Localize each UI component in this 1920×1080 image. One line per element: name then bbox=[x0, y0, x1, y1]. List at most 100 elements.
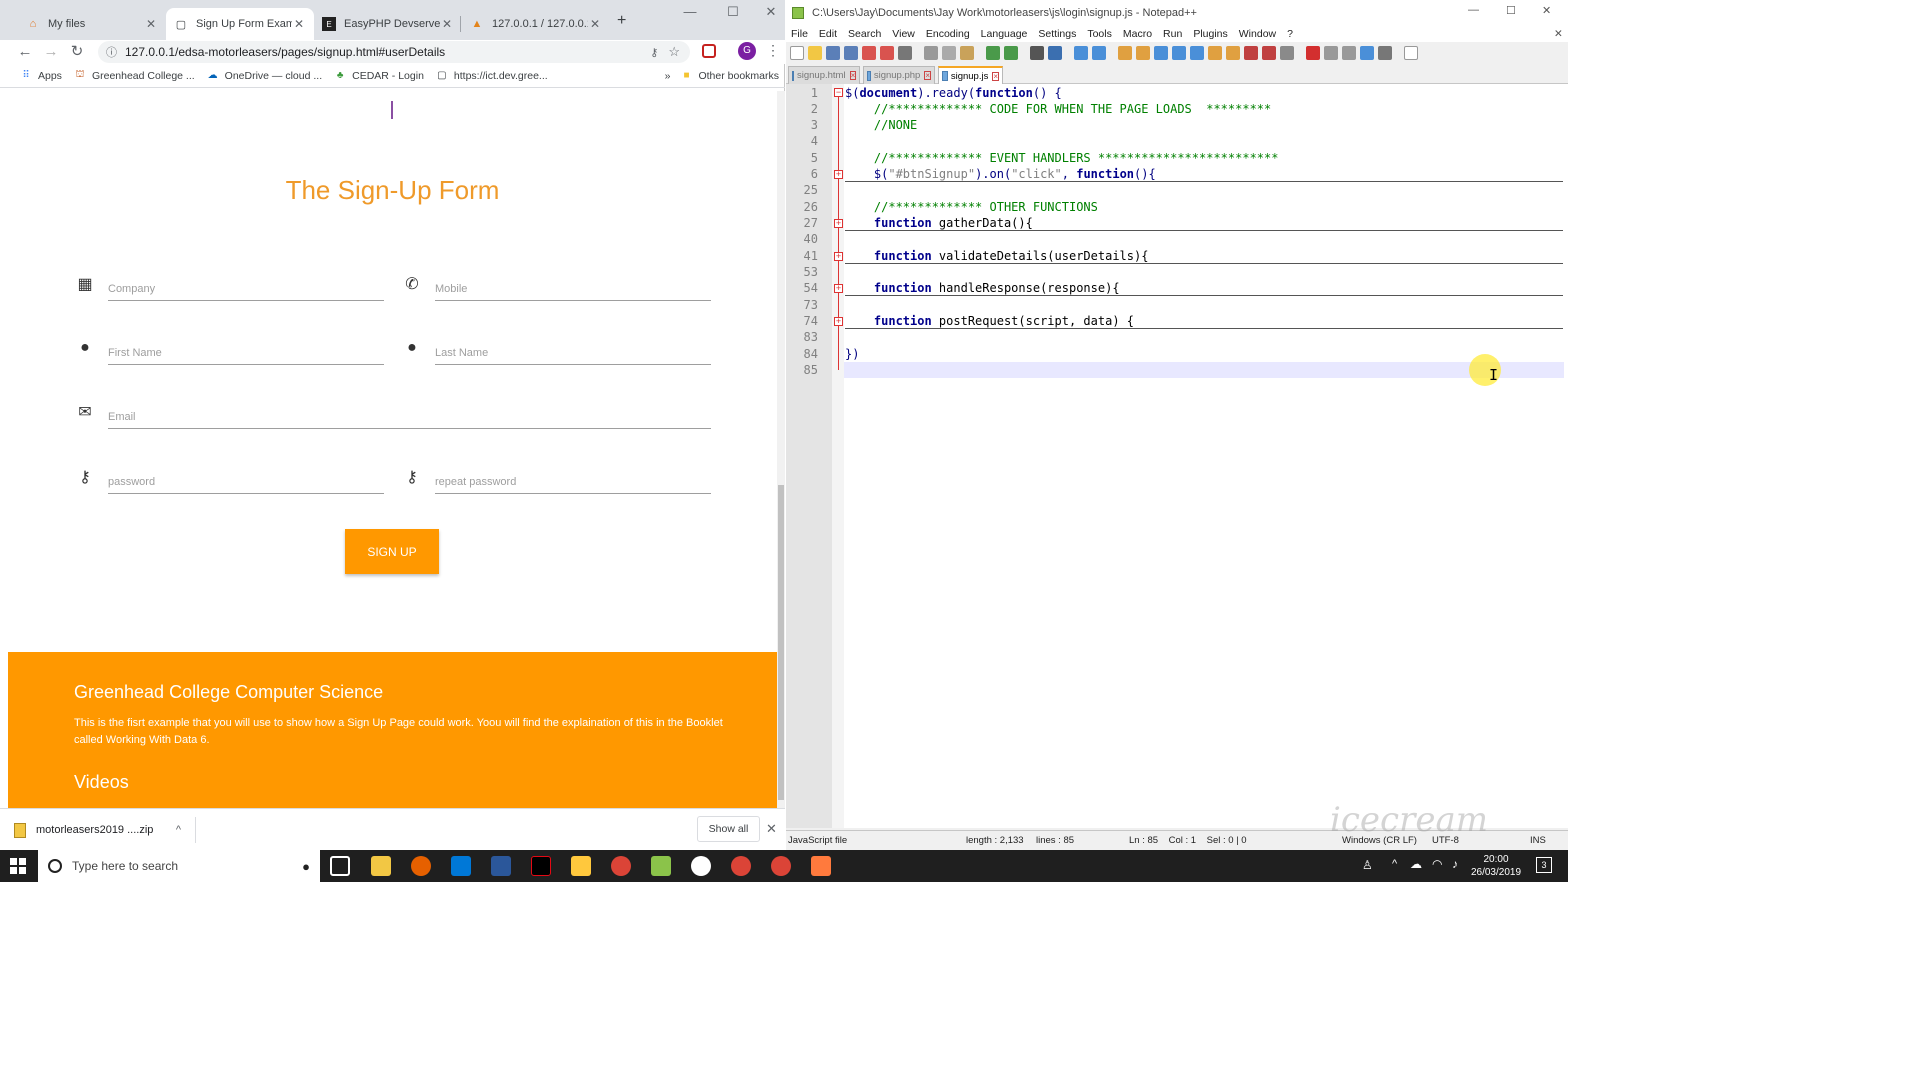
repeat-password-input[interactable]: repeat password bbox=[435, 472, 711, 494]
maximize-icon[interactable]: ☐ bbox=[1506, 4, 1516, 17]
tab-my-files[interactable]: ⌂ My files ✕ bbox=[18, 8, 166, 40]
replace-icon[interactable] bbox=[1048, 46, 1062, 60]
chrome-icon[interactable] bbox=[611, 856, 631, 876]
sticky-notes-icon[interactable] bbox=[571, 856, 591, 876]
minimize-icon[interactable]: — bbox=[1468, 4, 1479, 16]
spellcheck-icon[interactable] bbox=[1404, 46, 1418, 60]
file-explorer-icon[interactable] bbox=[371, 856, 391, 876]
volume-icon[interactable]: ♪ bbox=[1452, 857, 1458, 871]
play-macro-icon[interactable] bbox=[1342, 46, 1356, 60]
firefox-icon[interactable] bbox=[411, 856, 431, 876]
menu-language[interactable]: Language bbox=[981, 28, 1028, 40]
cut-icon[interactable] bbox=[924, 46, 938, 60]
chevron-up-icon[interactable]: ^ bbox=[1392, 858, 1397, 870]
bookmark-onedrive[interactable]: ☁ OneDrive — cloud ... bbox=[207, 70, 322, 82]
npp-tab-signup-html[interactable]: signup.html × bbox=[788, 66, 860, 84]
task-view-icon[interactable] bbox=[330, 856, 350, 876]
maximize-icon[interactable]: ☐ bbox=[718, 4, 748, 20]
back-icon[interactable]: ← bbox=[14, 40, 36, 64]
fold-plus-icon[interactable]: + bbox=[834, 317, 843, 326]
save-icon[interactable] bbox=[826, 46, 840, 60]
open-file-icon[interactable] bbox=[808, 46, 822, 60]
menu-edit[interactable]: Edit bbox=[819, 28, 837, 40]
zoom-in-icon[interactable] bbox=[1074, 46, 1088, 60]
menu-macro[interactable]: Macro bbox=[1123, 28, 1152, 40]
notepadpp-icon[interactable] bbox=[651, 856, 671, 876]
code-editor[interactable]: 1 2 3 4 5 6 25 26 27 40 41 53 54 73 74 8… bbox=[786, 84, 1568, 828]
menu-settings[interactable]: Settings bbox=[1038, 28, 1076, 40]
forward-icon[interactable]: → bbox=[40, 40, 62, 64]
record-macro-icon[interactable] bbox=[1306, 46, 1320, 60]
new-tab-button[interactable]: + bbox=[617, 12, 626, 30]
bookmark-greenhead[interactable]: ⛫ Greenhead College ... bbox=[74, 69, 194, 82]
paste-icon[interactable] bbox=[960, 46, 974, 60]
wifi-icon[interactable]: ◠ bbox=[1432, 857, 1442, 871]
menu-plugins[interactable]: Plugins bbox=[1193, 28, 1227, 40]
folder-workspace-icon[interactable] bbox=[1262, 46, 1276, 60]
close-icon[interactable]: ✕ bbox=[292, 17, 306, 31]
print-icon[interactable] bbox=[898, 46, 912, 60]
close-all-icon[interactable] bbox=[880, 46, 894, 60]
last-name-input[interactable]: Last Name bbox=[435, 343, 711, 365]
sync-horizontal-icon[interactable] bbox=[1136, 46, 1150, 60]
save-macro-icon[interactable] bbox=[1378, 46, 1392, 60]
close-icon[interactable]: × bbox=[992, 71, 999, 81]
menu-search[interactable]: Search bbox=[848, 28, 881, 40]
password-input[interactable]: password bbox=[108, 472, 384, 494]
menu-file[interactable]: File bbox=[791, 28, 808, 40]
wrap-icon[interactable] bbox=[1154, 46, 1168, 60]
undo-icon[interactable] bbox=[986, 46, 1000, 60]
menu-tools[interactable]: Tools bbox=[1087, 28, 1112, 40]
npp-tab-signup-php[interactable]: signup.php × bbox=[863, 66, 935, 84]
bookmark-ict[interactable]: ▢ https://ict.dev.gree... bbox=[436, 70, 548, 82]
tab-phpmyadmin[interactable]: ▲ 127.0.0.1 / 127.0.0.1 / ✕ bbox=[462, 8, 610, 40]
avatar[interactable]: G bbox=[738, 42, 756, 60]
extension-icon[interactable] bbox=[702, 44, 716, 58]
udl-icon[interactable] bbox=[1208, 46, 1222, 60]
recorder-icon[interactable] bbox=[811, 856, 831, 876]
fold-minus-icon[interactable]: − bbox=[834, 88, 843, 97]
notification-icon[interactable]: 3 bbox=[1536, 857, 1552, 873]
taskbar-clock[interactable]: 20:00 26/03/2019 bbox=[1468, 853, 1524, 879]
close-icon[interactable]: ✕ bbox=[766, 821, 777, 837]
download-item[interactable]: motorleasers2019 ....zip ^ bbox=[14, 817, 196, 843]
address-bar[interactable]: ⓘ 127.0.0.1/edsa-motorleasers/pages/sign… bbox=[98, 41, 690, 63]
netflix-icon[interactable] bbox=[531, 856, 551, 876]
fold-plus-icon[interactable]: + bbox=[834, 170, 843, 179]
page-scrollbar-thumb[interactable] bbox=[778, 485, 784, 800]
info-icon[interactable]: ⓘ bbox=[106, 44, 117, 60]
menu-window[interactable]: Window bbox=[1239, 28, 1276, 40]
store-icon[interactable] bbox=[451, 856, 471, 876]
show-all-chars-icon[interactable] bbox=[1172, 46, 1186, 60]
close-icon[interactable]: ✕ bbox=[440, 17, 454, 31]
npp-tab-signup-js[interactable]: signup.js × bbox=[938, 66, 1003, 84]
menu-encoding[interactable]: Encoding bbox=[926, 28, 970, 40]
menu-icon[interactable]: ⋮ bbox=[766, 42, 780, 59]
menu-help[interactable]: ? bbox=[1287, 28, 1293, 40]
app-icon[interactable] bbox=[691, 856, 711, 876]
run-macro-multiple-icon[interactable] bbox=[1360, 46, 1374, 60]
bookmark-other[interactable]: ■ Other bookmarks bbox=[680, 70, 779, 82]
fold-plus-icon[interactable]: + bbox=[834, 219, 843, 228]
company-input[interactable]: Company bbox=[108, 279, 384, 301]
close-icon[interactable]: ✕ bbox=[144, 17, 158, 31]
find-icon[interactable] bbox=[1030, 46, 1044, 60]
zoom-out-icon[interactable] bbox=[1092, 46, 1106, 60]
sync-scroll-icon[interactable] bbox=[1118, 46, 1132, 60]
redo-icon[interactable] bbox=[1004, 46, 1018, 60]
minimize-icon[interactable]: — bbox=[675, 4, 705, 19]
close-window-icon[interactable]: ✕ bbox=[1542, 4, 1551, 17]
mobile-input[interactable]: Mobile bbox=[435, 279, 711, 301]
function-list-icon[interactable] bbox=[1244, 46, 1258, 60]
key-icon[interactable]: ⚷ bbox=[650, 46, 658, 59]
close-icon[interactable]: × bbox=[849, 71, 857, 80]
star-icon[interactable]: ☆ bbox=[668, 44, 680, 60]
bookmark-apps[interactable]: ⠿ Apps bbox=[20, 70, 62, 82]
first-name-input[interactable]: First Name bbox=[108, 343, 384, 365]
menu-run[interactable]: Run bbox=[1163, 28, 1182, 40]
microphone-icon[interactable]: ● bbox=[302, 859, 310, 874]
close-document-icon[interactable]: ✕ bbox=[1554, 28, 1563, 40]
word-icon[interactable] bbox=[491, 856, 511, 876]
reload-icon[interactable]: ↻ bbox=[66, 40, 88, 64]
fold-plus-icon[interactable]: + bbox=[834, 284, 843, 293]
